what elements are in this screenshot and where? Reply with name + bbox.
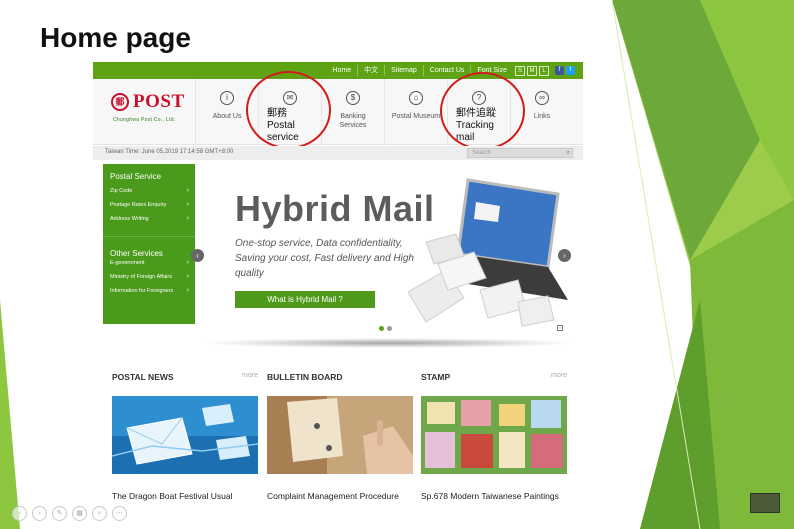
sidebar-item-postage-rates[interactable]: Postage Rates Enquiry	[103, 198, 195, 212]
search-icon[interactable]: ⌕	[567, 150, 570, 157]
top-links: Home 中文 Sitemap Contact Us Font Size S M…	[326, 62, 575, 79]
hero-banner[interactable]: ‹ Hybrid Mail One-stop service, Data con…	[191, 164, 575, 342]
top-link-contact[interactable]: Contact Us	[422, 65, 471, 76]
slide-title: Home page	[40, 22, 191, 53]
pen-icon[interactable]: ✎	[52, 506, 67, 521]
sidebar-heading-other[interactable]: Other Services	[103, 236, 195, 258]
info-icon: i	[220, 91, 234, 105]
presenter-thumbnail	[750, 493, 780, 513]
previous-slide-icon[interactable]: ‹	[12, 506, 27, 521]
nav-label: Banking Services	[339, 113, 367, 129]
font-size-large-button[interactable]: L	[539, 65, 549, 76]
carousel-prev-button[interactable]: ‹	[191, 249, 204, 262]
section-title: STAMP	[421, 372, 451, 382]
top-bar: Home 中文 Sitemap Contact Us Font Size S M…	[93, 62, 583, 79]
top-link-home[interactable]: Home	[326, 65, 357, 76]
presentation-slide: Home page Home 中文 Sitemap Contact Us Fon…	[0, 0, 794, 529]
stamp-image[interactable]	[421, 396, 567, 474]
search-input[interactable]: Search ⌕	[467, 148, 573, 158]
zoom-icon[interactable]: ⌕	[92, 506, 107, 521]
annotation-circle-tracking	[440, 72, 525, 150]
next-slide-icon[interactable]: ›	[32, 506, 47, 521]
carousel-dots	[379, 326, 392, 331]
nav-postal-museum[interactable]: ⌂ Postal Museum	[384, 79, 447, 145]
font-size-medium-button[interactable]: M	[527, 65, 537, 76]
sidebar-item-foreign-affairs[interactable]: Ministry of Foreign Affairs	[103, 270, 195, 284]
link-icon: ∞	[535, 91, 549, 105]
hybrid-mail-button[interactable]: What is Hybrid Mail ?	[235, 291, 375, 308]
font-size-small-button[interactable]: S	[515, 65, 525, 76]
slideshow-toolbar: ‹ › ✎ ▦ ⌕ ⋯	[12, 506, 127, 521]
sidebar-item-foreigners-info[interactable]: Information for Foreigners	[103, 284, 195, 298]
bulletin-board-section: BULLETIN BOARD Complaint Management Proc…	[267, 372, 413, 501]
carousel-dot-active[interactable]	[379, 326, 384, 331]
postal-news-section: POSTAL NEWS more The Dragon Boat Festiva…	[112, 372, 258, 501]
pause-icon[interactable]: ×	[557, 325, 563, 331]
stamp-caption[interactable]: Sp.678 Modern Taiwanese Paintings	[421, 491, 559, 501]
more-link[interactable]: more	[551, 372, 567, 379]
carousel-next-button[interactable]: ›	[558, 249, 571, 262]
hero-title: Hybrid Mail	[235, 188, 435, 229]
dollar-icon: $	[346, 91, 360, 105]
top-link-sitemap[interactable]: Sitemap	[384, 65, 423, 76]
logo-subtitle: Chunghwa Post Co., Ltd.	[113, 117, 176, 123]
section-title: POSTAL NEWS	[112, 372, 174, 382]
top-link-chinese[interactable]: 中文	[357, 65, 384, 76]
slides-grid-icon[interactable]: ▦	[72, 506, 87, 521]
logo-mark: 郵	[111, 93, 129, 111]
carousel-dot[interactable]	[387, 326, 392, 331]
museum-icon: ⌂	[409, 91, 423, 105]
bulletin-board-image[interactable]	[267, 396, 413, 474]
website-screenshot: Home 中文 Sitemap Contact Us Font Size S M…	[93, 62, 583, 520]
twitter-icon[interactable]: t	[566, 66, 575, 75]
more-link[interactable]: more	[242, 372, 258, 379]
stamp-section: STAMP more Sp.678 Modern Taiwanese Paint…	[421, 372, 567, 501]
sidebar: Postal Service Zip Code Postage Rates En…	[103, 164, 195, 324]
bulletin-caption[interactable]: Complaint Management Procedure	[267, 491, 399, 501]
search-placeholder: Search	[472, 150, 492, 156]
hero-shadow	[203, 338, 575, 348]
hero-description: One-stop service, Data confidentiality, …	[235, 238, 414, 279]
news-caption[interactable]: The Dragon Boat Festival Usual	[112, 491, 232, 501]
time-bar: Taiwan Time: June 05,2019 17:14:58 GMT+8…	[93, 146, 583, 160]
sidebar-item-zip-code[interactable]: Zip Code	[103, 184, 195, 198]
facebook-icon[interactable]: f	[555, 66, 564, 75]
section-title: BULLETIN BOARD	[267, 372, 343, 382]
logo-text: POST	[133, 91, 185, 112]
sidebar-heading-postal[interactable]: Postal Service	[103, 164, 195, 184]
annotation-circle-postal	[246, 71, 331, 149]
sidebar-item-e-government[interactable]: E-government	[103, 256, 195, 270]
taiwan-time: Taiwan Time: June 05,2019 17:14:58 GMT+8…	[105, 149, 234, 155]
sidebar-item-address-writing[interactable]: Address Writing	[103, 212, 195, 226]
postal-news-image[interactable]	[112, 396, 258, 474]
laptop-illustration	[408, 178, 568, 327]
post-logo[interactable]: 郵 POST Chunghwa Post Co., Ltd.	[111, 91, 206, 129]
more-options-icon[interactable]: ⋯	[112, 506, 127, 521]
nav-label: Postal Museum	[391, 113, 441, 120]
